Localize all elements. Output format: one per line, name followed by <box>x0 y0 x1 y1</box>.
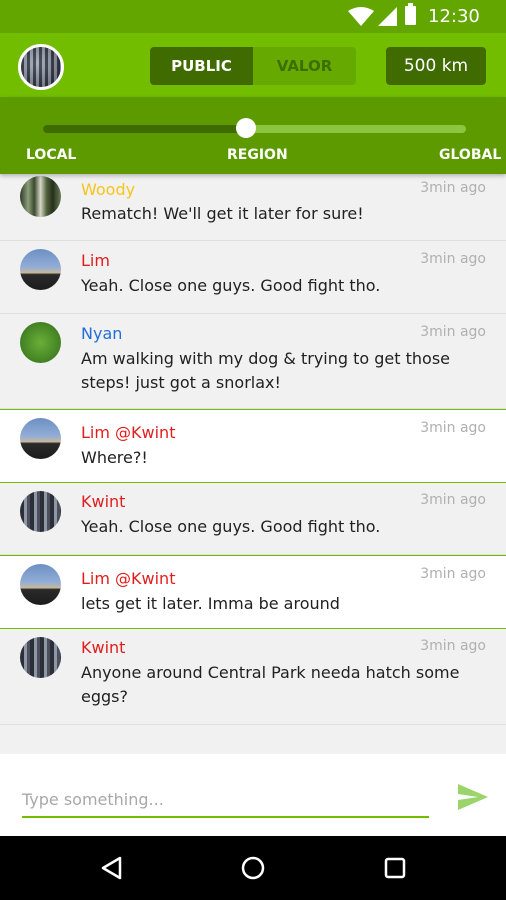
avatar[interactable] <box>20 249 61 290</box>
recents-icon <box>384 857 406 879</box>
message-time: 3min ago <box>420 324 486 340</box>
message-text: Am walking with my dog & trying to get t… <box>81 349 451 392</box>
message-item[interactable]: Lim 3min ago Yeah. Close one guys. Good … <box>0 241 506 314</box>
tab-valor[interactable]: VALOR <box>253 47 356 85</box>
avatar[interactable] <box>20 491 61 532</box>
avatar[interactable] <box>20 564 61 605</box>
message-item[interactable]: Kwint 3min ago Anyone around Central Par… <box>0 629 506 725</box>
message-item[interactable]: Kwint 3min ago Yeah. Close one guys. Goo… <box>0 483 506 555</box>
message-text: Anyone around Central Park needa hatch s… <box>81 663 460 706</box>
profile-avatar[interactable] <box>18 44 64 90</box>
message-time: 3min ago <box>420 566 486 582</box>
message-author[interactable]: Nyan <box>81 324 122 343</box>
message-time: 3min ago <box>420 492 486 508</box>
message-author[interactable]: Kwint <box>81 638 125 657</box>
message-item[interactable]: Nyan 3min ago Am walking with my dog & t… <box>0 314 506 409</box>
message-author[interactable]: Lim <box>81 251 110 270</box>
message-author[interactable]: Kwint <box>81 492 125 511</box>
message-list[interactable]: Woody 3min ago Rematch! We'll get it lat… <box>0 174 506 754</box>
range-label-region[interactable]: REGION <box>227 147 288 163</box>
message-input[interactable] <box>22 782 429 818</box>
send-icon[interactable] <box>458 784 488 810</box>
channel-switch: PUBLIC VALOR <box>150 47 356 85</box>
avatar[interactable] <box>20 176 61 217</box>
message-author[interactable]: Woody <box>81 180 135 199</box>
message-time: 3min ago <box>420 251 486 267</box>
home-icon <box>241 856 265 880</box>
message-text: lets get it later. Imma be around <box>81 594 340 613</box>
back-icon <box>101 856 122 880</box>
message-item-mention[interactable]: Lim @Kwint 3min ago Where?! <box>0 409 506 483</box>
system-nav-bar <box>0 836 506 900</box>
message-text: Rematch! We'll get it later for sure! <box>81 204 364 223</box>
avatar[interactable] <box>20 637 61 678</box>
message-text: Yeah. Close one guys. Good fight tho. <box>81 517 381 536</box>
message-time: 3min ago <box>420 420 486 436</box>
avatar[interactable] <box>20 322 61 363</box>
status-bar: 12:30 <box>0 0 506 33</box>
signal-icon <box>378 7 397 26</box>
home-button[interactable] <box>237 852 269 884</box>
message-author[interactable]: Lim @Kwint <box>81 423 175 442</box>
recents-button[interactable] <box>379 852 411 884</box>
message-item-mention[interactable]: Lim @Kwint 3min ago lets get it later. I… <box>0 555 506 629</box>
range-label-local[interactable]: LOCAL <box>26 147 76 163</box>
distance-button[interactable]: 500 km <box>386 47 486 85</box>
range-label-global[interactable]: GLOBAL <box>439 147 501 163</box>
range-slider-thumb[interactable] <box>236 118 257 138</box>
message-text: Where?! <box>81 448 148 467</box>
message-time: 3min ago <box>420 180 486 196</box>
battery-icon <box>405 3 416 25</box>
back-button[interactable] <box>95 852 127 884</box>
tab-public[interactable]: PUBLIC <box>150 47 253 85</box>
avatar[interactable] <box>20 418 61 459</box>
message-author[interactable]: Lim @Kwint <box>81 569 175 588</box>
range-slider-fill <box>43 125 247 133</box>
top-bar: PUBLIC VALOR 500 km <box>0 33 506 97</box>
message-text: Yeah. Close one guys. Good fight tho. <box>81 276 381 295</box>
status-time: 12:30 <box>428 6 480 27</box>
wifi-icon <box>348 7 374 26</box>
range-selector: LOCAL REGION GLOBAL <box>0 97 506 174</box>
composer <box>0 754 506 836</box>
message-time: 3min ago <box>420 638 486 654</box>
message-item[interactable]: Woody 3min ago Rematch! We'll get it lat… <box>0 174 506 241</box>
